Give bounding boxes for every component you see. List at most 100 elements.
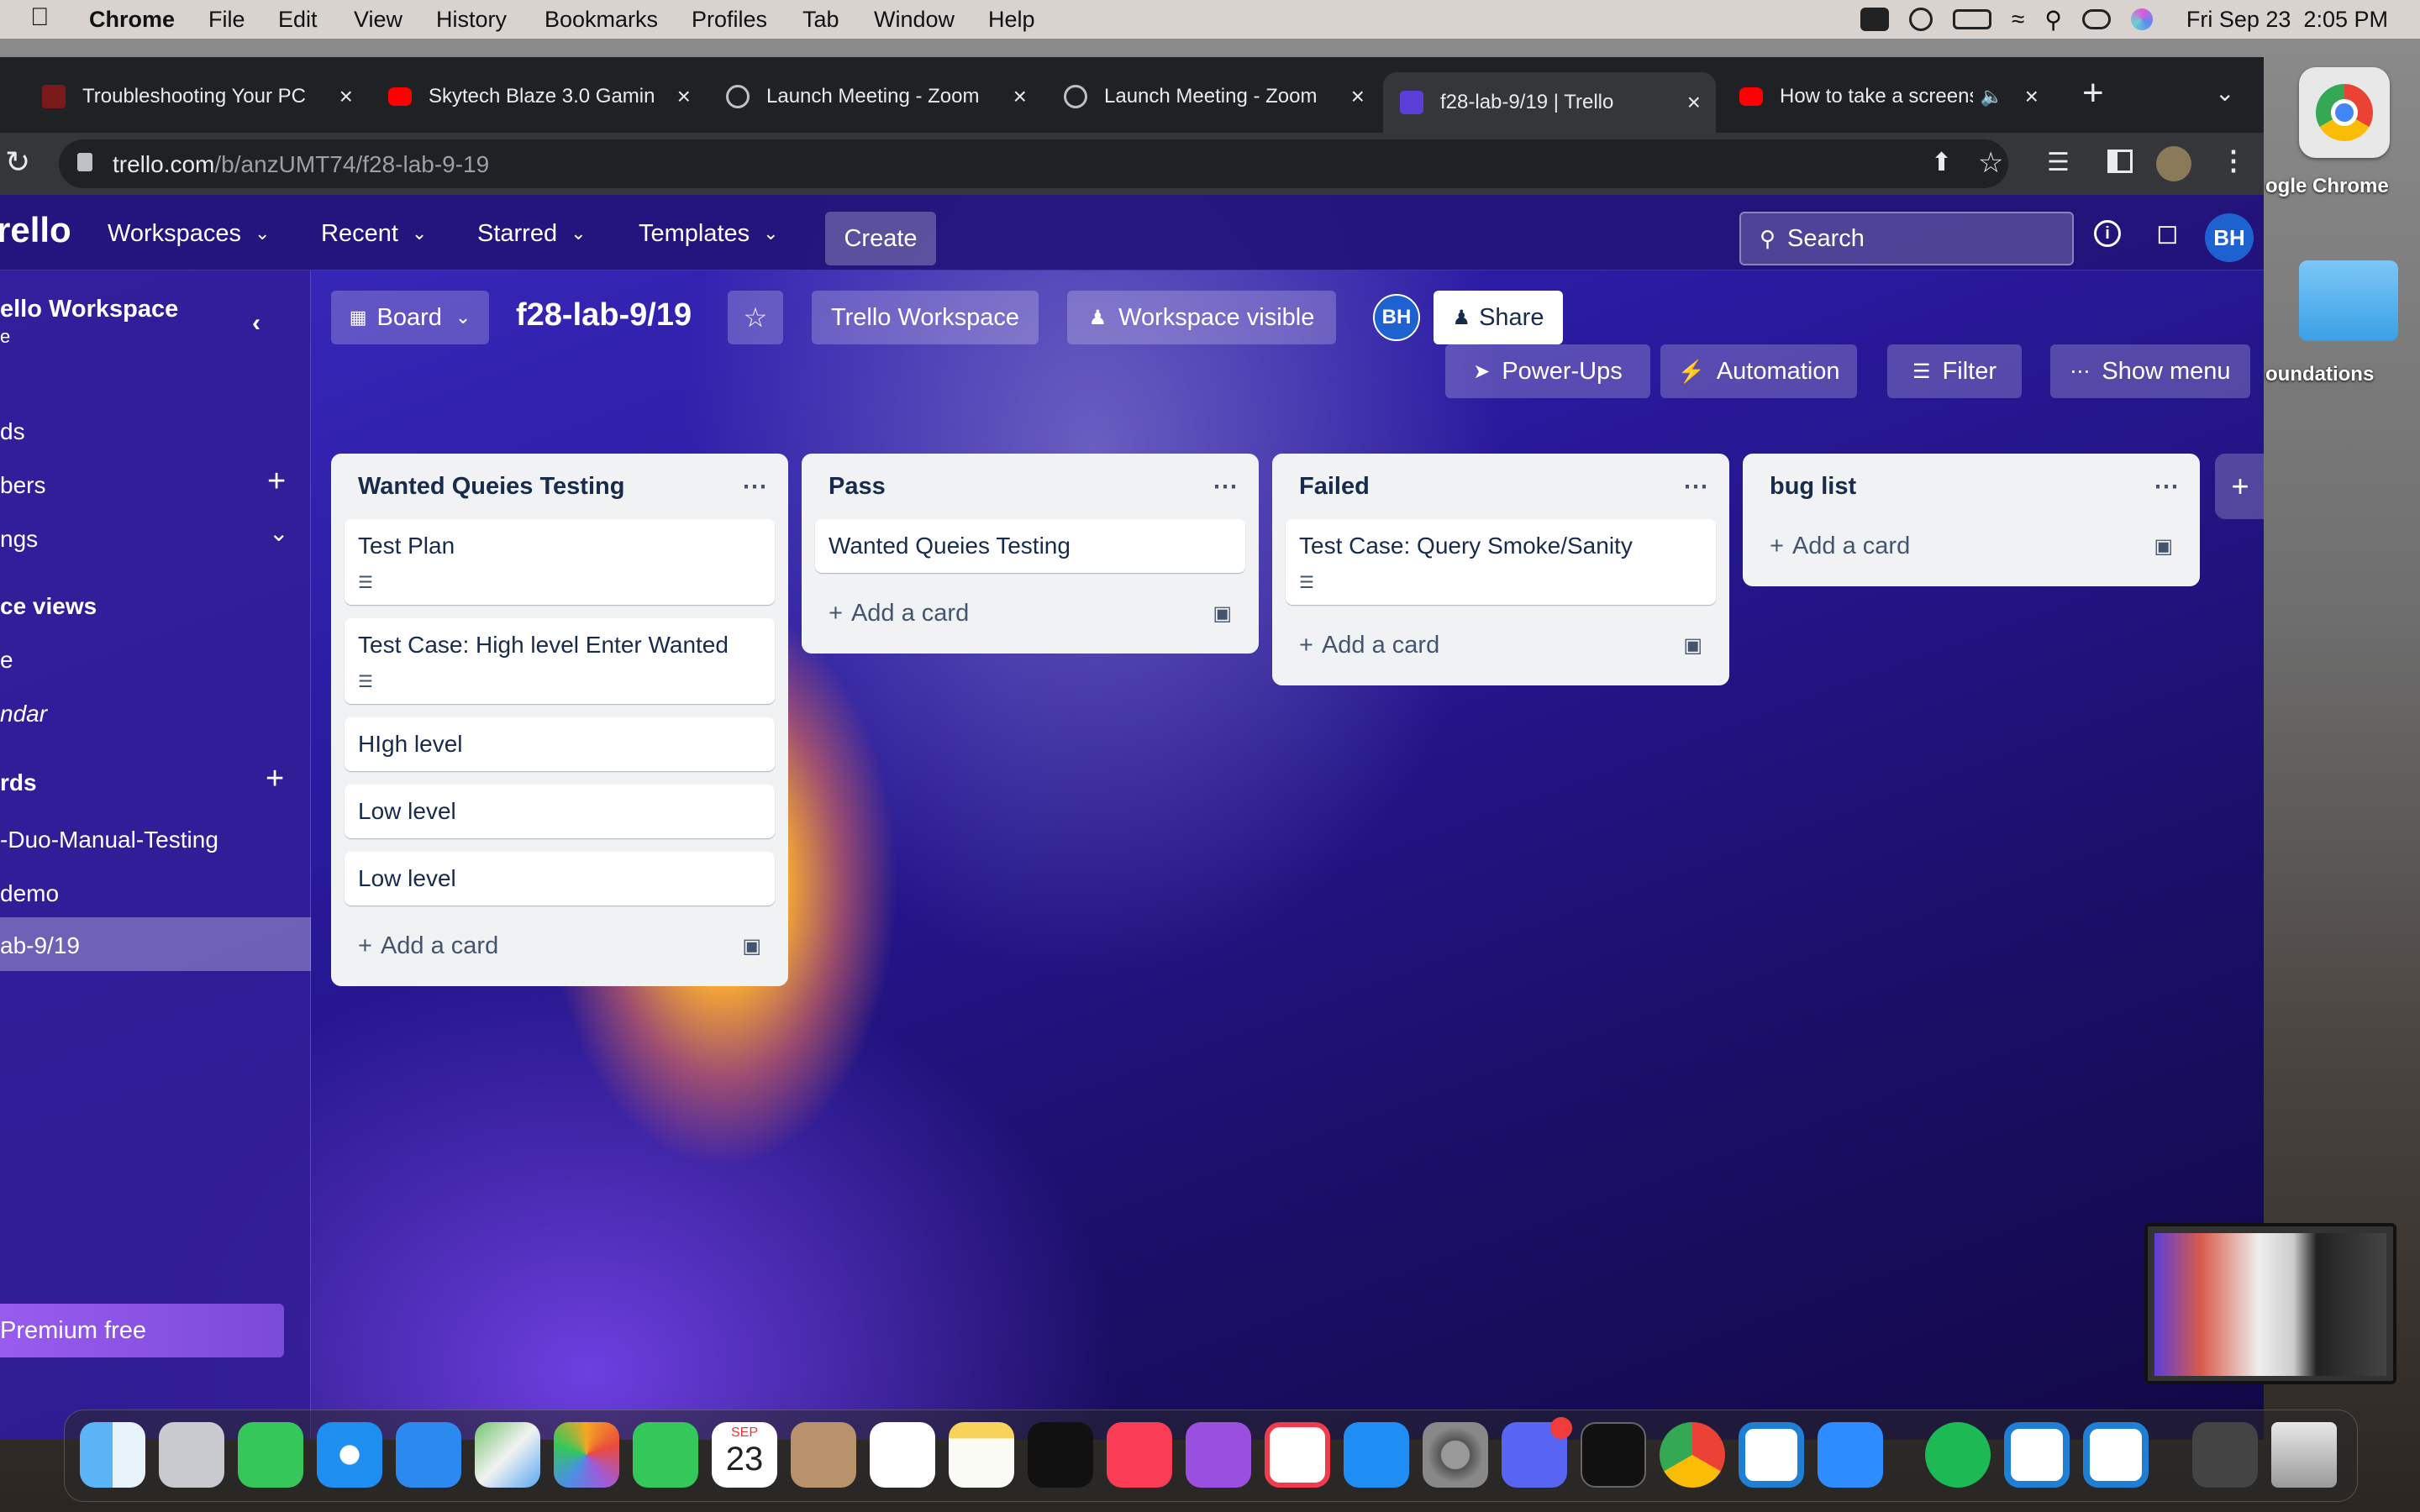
camera-status-icon[interactable] bbox=[1860, 8, 1889, 31]
share-icon[interactable]: ⬆ bbox=[1931, 148, 1952, 177]
chevron-down-icon[interactable]: ⌄ bbox=[269, 519, 288, 547]
tab-close-icon[interactable]: × bbox=[677, 83, 691, 110]
card[interactable]: Test Plan ☰ bbox=[345, 519, 775, 605]
automation-button[interactable]: ⚡ Automation bbox=[1660, 344, 1857, 398]
card-template-icon[interactable]: ▣ bbox=[742, 934, 761, 958]
side-panel-icon[interactable] bbox=[2107, 150, 2133, 173]
browser-tab-active[interactable]: f28-lab-9/19 | Trello × bbox=[1383, 72, 1716, 133]
list-header[interactable]: Wanted Queies Testing ⋯ bbox=[345, 454, 775, 519]
browser-tab[interactable]: Skytech Blaze 3.0 Gaming × bbox=[388, 72, 694, 121]
zoom-icon[interactable] bbox=[1818, 1422, 1883, 1488]
list-header[interactable]: bug list ⋯ bbox=[1756, 454, 2186, 519]
collapse-sidebar-icon[interactable]: ‹ bbox=[252, 309, 260, 338]
tab-search-chevron-icon[interactable]: ⌄ bbox=[2215, 79, 2234, 107]
messages-icon[interactable] bbox=[238, 1422, 303, 1488]
menu-app-name[interactable]: Chrome bbox=[89, 7, 175, 33]
add-card-button[interactable]: + Add a card ▣ bbox=[1756, 519, 2186, 573]
share-button[interactable]: ♟ Share bbox=[1434, 291, 1563, 344]
menu-profiles[interactable]: Profiles bbox=[692, 7, 767, 33]
maps-icon[interactable] bbox=[475, 1422, 540, 1488]
try-premium-button[interactable]: Premium free bbox=[0, 1304, 284, 1357]
reload-icon[interactable]: ↻ bbox=[5, 144, 30, 180]
filter-button[interactable]: ☰ Filter bbox=[1887, 344, 2022, 398]
bookmark-star-icon[interactable]: ☆ bbox=[1978, 146, 2003, 180]
chrome-menu-icon[interactable]: ⋮ bbox=[2220, 144, 2247, 176]
browser-tab[interactable]: Troubleshooting Your PC × bbox=[42, 72, 356, 121]
reminders-icon[interactable] bbox=[870, 1422, 935, 1488]
board-title[interactable]: f28-lab-9/19 bbox=[516, 297, 692, 333]
chrome-dock-icon[interactable] bbox=[1660, 1422, 1725, 1488]
card[interactable]: Test Case: High level Enter Wanted ☰ bbox=[345, 618, 775, 704]
sidebar-board-item-active[interactable]: ab-9/19 bbox=[0, 917, 311, 971]
list-actions-icon[interactable]: ⋯ bbox=[742, 472, 768, 501]
mail-icon[interactable] bbox=[396, 1422, 461, 1488]
nav-starred[interactable]: Starred ⌄ bbox=[477, 212, 587, 255]
trash-icon[interactable] bbox=[2271, 1422, 2337, 1488]
screenshot-thumbnail[interactable] bbox=[2144, 1223, 2396, 1384]
add-card-button[interactable]: + Add a card ▣ bbox=[815, 586, 1245, 640]
user-avatar[interactable]: BH bbox=[2205, 213, 2254, 262]
menu-help[interactable]: Help bbox=[988, 7, 1035, 33]
sidebar-item-settings[interactable]: ngs bbox=[0, 526, 38, 553]
browser-tab[interactable]: Launch Meeting - Zoom × bbox=[1064, 72, 1368, 121]
sidebar-item-boards[interactable]: ds bbox=[0, 418, 25, 445]
list-actions-icon[interactable]: ⋯ bbox=[2154, 472, 2180, 501]
menu-view[interactable]: View bbox=[354, 7, 402, 33]
list-title[interactable]: bug list bbox=[1770, 473, 1856, 501]
sidebar-board-item[interactable]: -Duo-Manual-Testing bbox=[0, 827, 218, 853]
add-board-icon[interactable]: + bbox=[266, 761, 284, 797]
list-actions-icon[interactable]: ⋯ bbox=[1213, 472, 1239, 501]
workspace-button[interactable]: Trello Workspace bbox=[812, 291, 1039, 344]
finder-icon[interactable] bbox=[80, 1422, 145, 1488]
card-template-icon[interactable]: ▣ bbox=[2154, 534, 2173, 559]
menu-history[interactable]: History bbox=[436, 7, 507, 33]
notes-icon[interactable] bbox=[949, 1422, 1014, 1488]
board-member-avatar[interactable]: BH bbox=[1373, 294, 1420, 341]
sidebar-board-item[interactable]: demo bbox=[0, 880, 59, 907]
app-store-icon[interactable] bbox=[1344, 1422, 1409, 1488]
tab-close-icon[interactable]: × bbox=[1013, 83, 1027, 110]
card[interactable]: Test Case: Query Smoke/Sanity ☰ bbox=[1286, 519, 1716, 605]
control-center-icon[interactable] bbox=[2081, 9, 2111, 29]
list-title[interactable]: Pass bbox=[829, 473, 886, 501]
list-title[interactable]: Failed bbox=[1299, 473, 1370, 501]
vscode-insiders-icon[interactable] bbox=[2004, 1422, 2070, 1488]
launchpad-icon[interactable] bbox=[159, 1422, 224, 1488]
nav-workspaces[interactable]: Workspaces ⌄ bbox=[108, 212, 270, 255]
system-settings-icon[interactable] bbox=[1423, 1422, 1488, 1488]
add-card-button[interactable]: + Add a card ▣ bbox=[345, 919, 775, 973]
add-member-icon[interactable]: + bbox=[267, 464, 286, 500]
vscode-icon[interactable] bbox=[2083, 1422, 2149, 1488]
menu-file[interactable]: File bbox=[208, 7, 245, 33]
siri-icon[interactable] bbox=[2130, 8, 2153, 30]
reading-list-icon[interactable]: ☰ bbox=[2047, 148, 2070, 177]
sidebar-item-table-view[interactable]: e bbox=[0, 647, 13, 674]
list-header[interactable]: Pass ⋯ bbox=[815, 454, 1245, 519]
spotlight-search-icon[interactable]: ⚲ bbox=[2044, 6, 2062, 34]
play-icon[interactable] bbox=[1908, 8, 1933, 31]
card-template-icon[interactable]: ▣ bbox=[1683, 633, 1702, 658]
sidebar-item-calendar-view[interactable]: ndar bbox=[0, 701, 47, 727]
safari-icon[interactable] bbox=[317, 1422, 382, 1488]
card[interactable]: Low level bbox=[345, 852, 775, 906]
tab-close-icon[interactable]: × bbox=[1351, 83, 1365, 110]
show-menu-button[interactable]: ⋯ Show menu bbox=[2050, 344, 2250, 398]
music-icon[interactable] bbox=[1107, 1422, 1172, 1488]
notifications-bell-icon[interactable]: ◻ bbox=[2156, 217, 2179, 249]
workspace-name[interactable]: ello Workspace bbox=[0, 296, 178, 323]
star-board-button[interactable]: ☆ bbox=[728, 291, 783, 344]
menu-window[interactable]: Window bbox=[874, 7, 955, 33]
tab-close-icon[interactable]: × bbox=[339, 83, 353, 110]
browser-tab[interactable]: How to take a screenshot 🔈 × bbox=[1739, 72, 2042, 121]
discord-icon[interactable] bbox=[1502, 1417, 1572, 1488]
list-header[interactable]: Failed ⋯ bbox=[1286, 454, 1716, 519]
desktop-icon-folder[interactable]: oundations bbox=[2265, 252, 2420, 395]
profile-avatar[interactable] bbox=[2156, 146, 2191, 181]
wifi-icon[interactable]: ≈ bbox=[2012, 6, 2024, 33]
create-button[interactable]: Create bbox=[825, 212, 936, 265]
tab-close-icon[interactable]: × bbox=[2025, 83, 2039, 110]
board-view-switcher[interactable]: ▦ Board ⌄ bbox=[331, 291, 489, 344]
address-bar[interactable]: trello.com/b/anzUMT74/f28-lab-9-19 ⬆ ☆ bbox=[59, 139, 2008, 188]
tab-close-icon[interactable]: × bbox=[1687, 89, 1701, 116]
add-card-button[interactable]: + Add a card ▣ bbox=[1286, 618, 1716, 672]
